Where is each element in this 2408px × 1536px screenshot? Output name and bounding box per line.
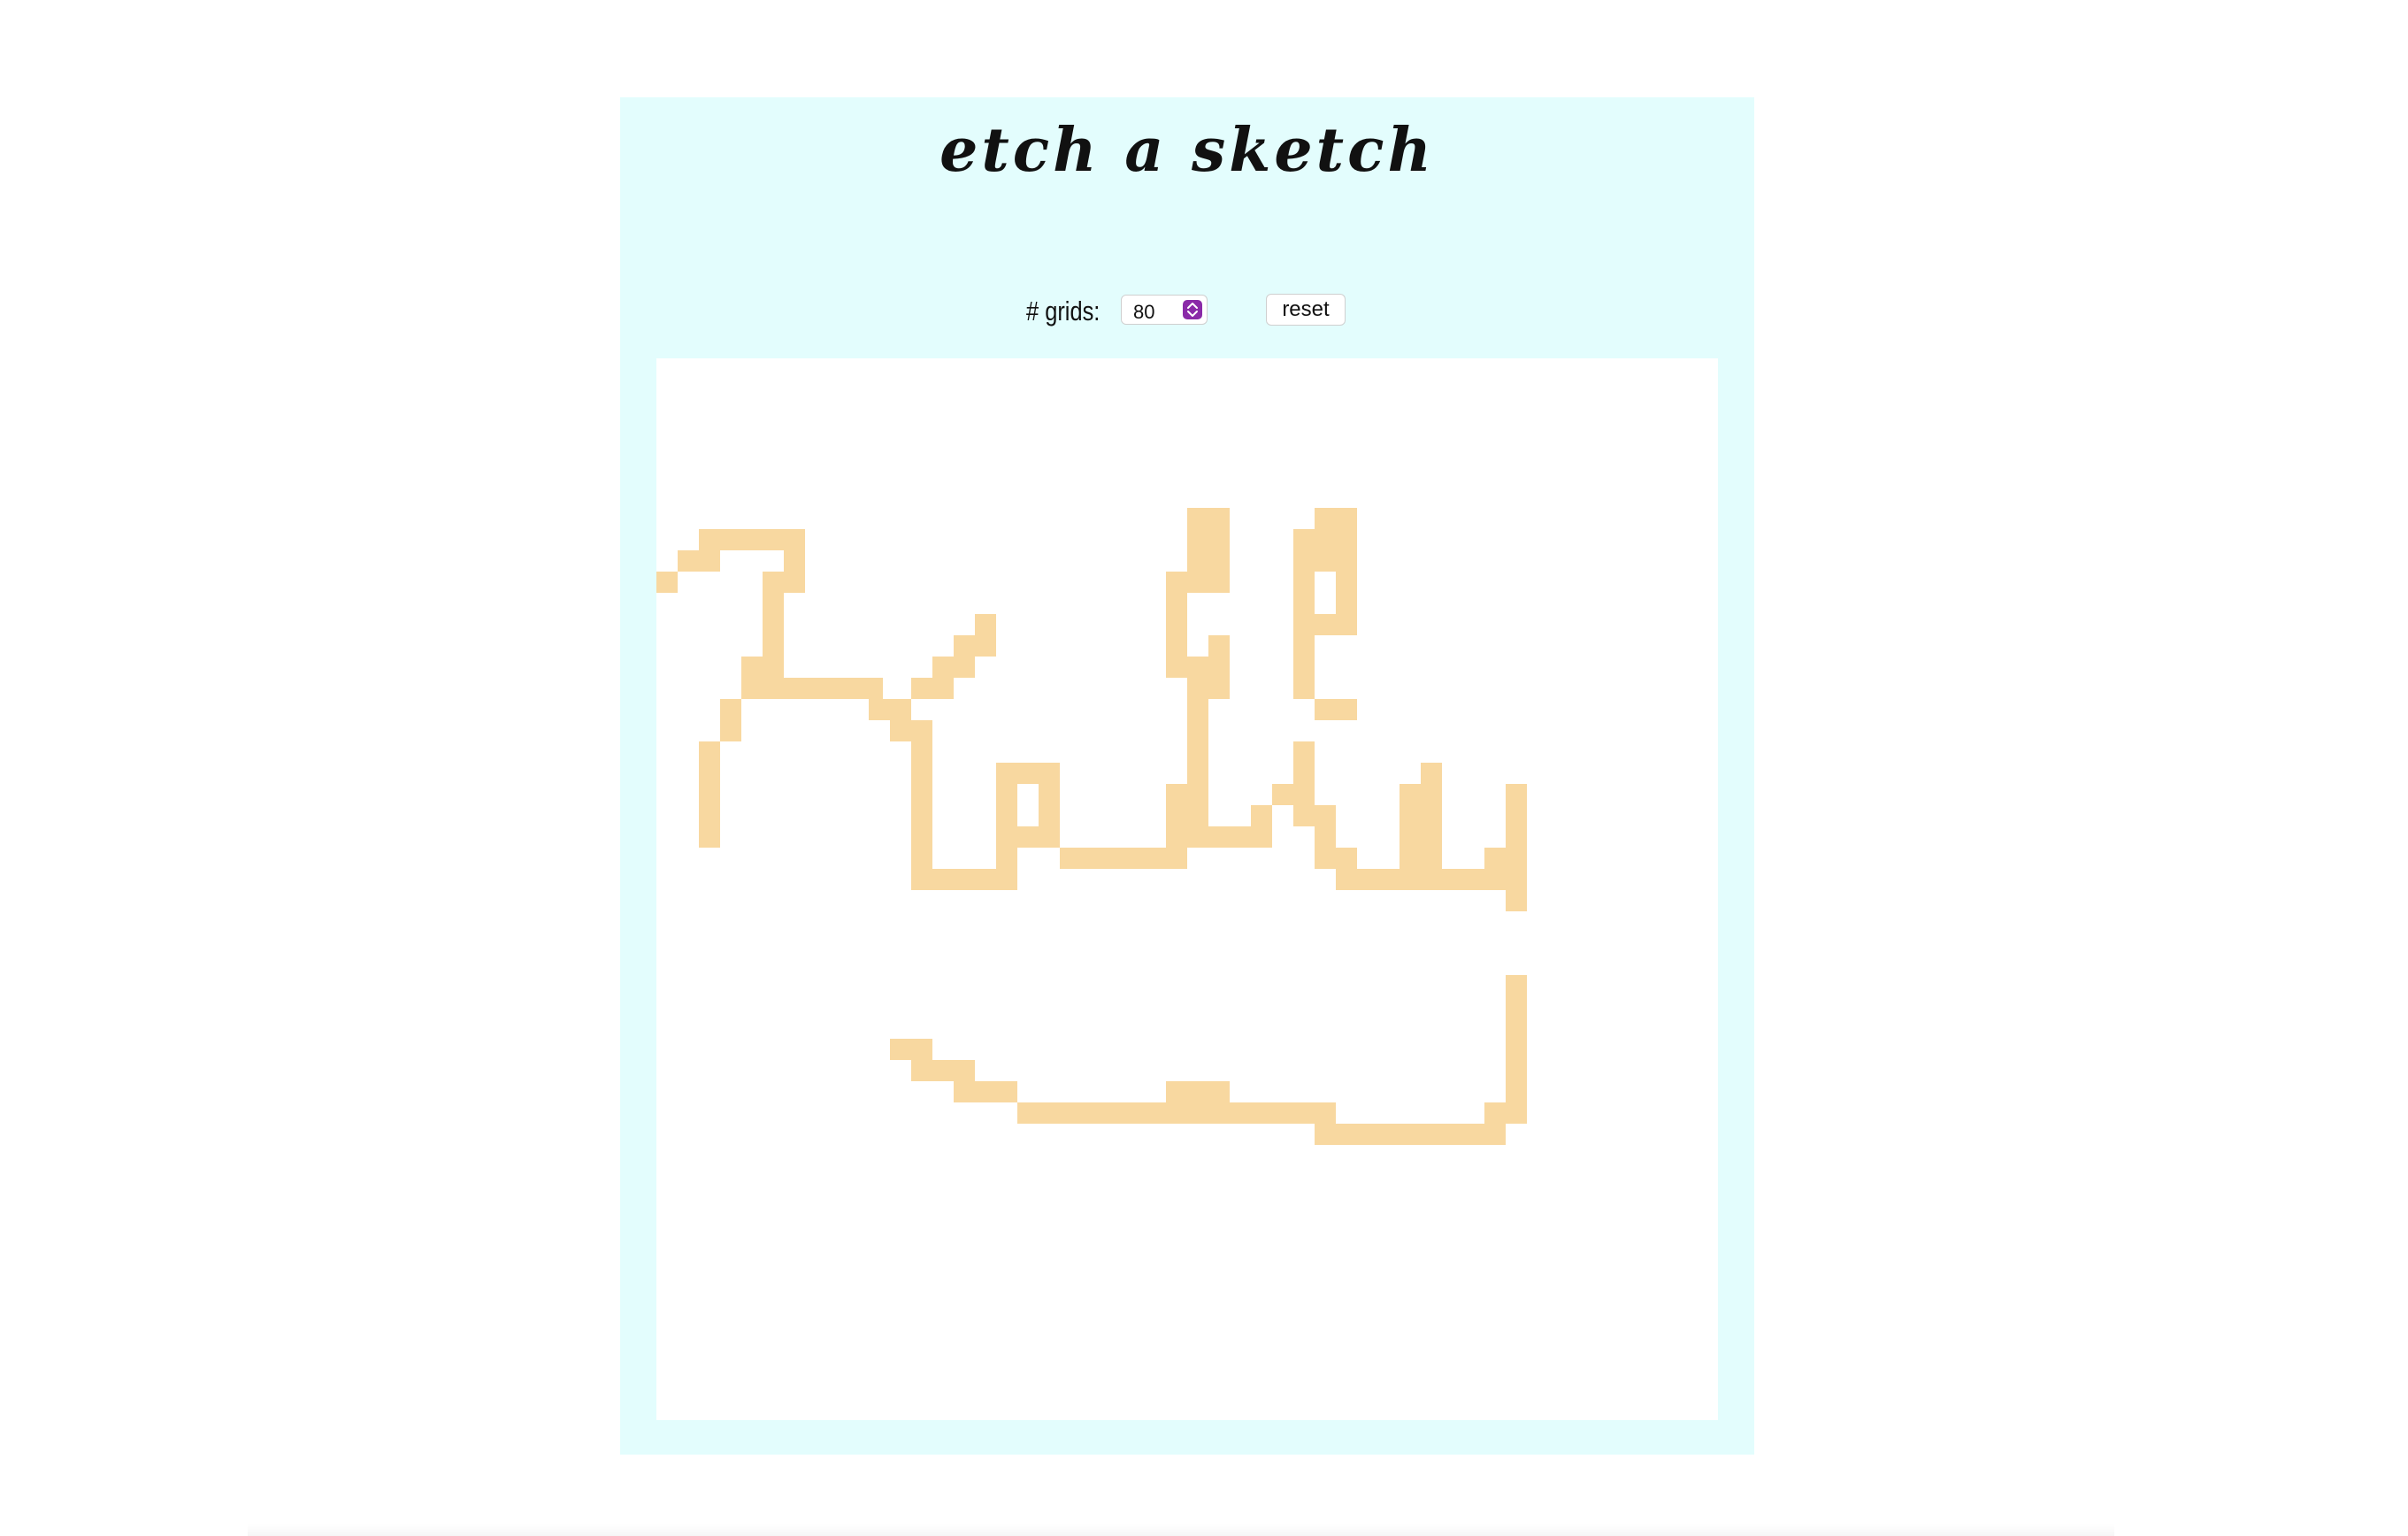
painted-cell: [890, 720, 911, 741]
painted-cell: [1187, 508, 1230, 593]
painted-cell: [784, 550, 805, 593]
painted-cell: [1442, 869, 1506, 890]
painted-cell: [1187, 826, 1208, 848]
painted-cell: [911, 720, 932, 890]
painted-cell: [1336, 572, 1357, 635]
painted-cell: [1506, 975, 1527, 1124]
painted-cell: [1017, 1102, 1081, 1124]
painted-cell: [1187, 805, 1208, 826]
grid-count-select[interactable]: 80: [1121, 295, 1208, 325]
painted-cell: [1484, 1102, 1527, 1124]
painted-cell: [741, 657, 784, 678]
painted-cell: [1251, 805, 1272, 826]
painted-cell: [1421, 763, 1442, 805]
painted-cell: [741, 678, 883, 699]
painted-cell: [954, 1081, 1017, 1102]
reset-button[interactable]: reset: [1266, 294, 1346, 326]
painted-cell: [1506, 784, 1527, 911]
painted-cell: [954, 635, 996, 657]
painted-cell: [699, 741, 720, 763]
sketch-panel: etch a sketch # grids: 80 reset: [620, 97, 1754, 1455]
painted-cell: [1336, 869, 1421, 890]
painted-cell: [1315, 1124, 1506, 1145]
sketch-grid-canvas[interactable]: [656, 358, 1718, 1420]
painted-cell: [1315, 699, 1357, 720]
up-down-chevron-icon: [1183, 300, 1202, 319]
painted-cell: [720, 699, 741, 741]
painted-cell: [1230, 1102, 1336, 1124]
painted-cell: [975, 614, 996, 635]
grids-label: # grids:: [1026, 296, 1100, 326]
painted-cell: [1187, 699, 1208, 805]
painted-cell: [1166, 657, 1208, 678]
painted-cell: [890, 1039, 932, 1060]
page-bottom-shadow: [248, 1524, 2114, 1536]
painted-cell: [678, 550, 720, 572]
painted-cell: [996, 826, 1060, 848]
painted-cell: [932, 657, 975, 678]
painted-cell: [699, 763, 720, 848]
painted-cell: [996, 763, 1060, 784]
painted-cell: [911, 678, 954, 699]
painted-cell: [763, 572, 784, 657]
painted-cell: [911, 1060, 975, 1081]
painted-cell: [1293, 805, 1336, 826]
grid-count-value: 80: [1133, 301, 1155, 323]
controls-bar: # grids: 80 reset: [620, 290, 1754, 329]
app-title: etch a sketch: [939, 115, 1435, 186]
painted-cell: [656, 572, 678, 593]
painted-cell: [1315, 508, 1357, 572]
painted-cell: [1187, 678, 1230, 699]
painted-cell: [869, 699, 911, 720]
painted-cell: [1293, 529, 1315, 699]
painted-cell: [1208, 826, 1272, 848]
painted-cell: [699, 529, 805, 550]
painted-cell: [1315, 826, 1336, 869]
